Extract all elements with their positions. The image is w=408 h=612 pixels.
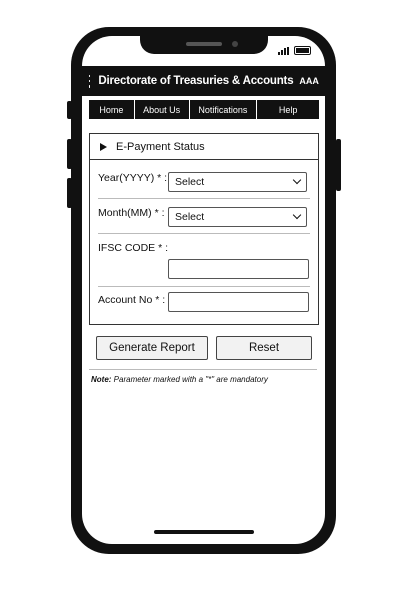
month-label: Month(MM) * : (98, 207, 165, 219)
status-bar (278, 46, 311, 55)
year-label: Year(YYYY) * : (98, 172, 168, 184)
reset-button[interactable]: Reset (216, 336, 312, 360)
nav-item-notifications[interactable]: Notifications (190, 100, 258, 119)
divider (89, 369, 317, 370)
nav-item-help[interactable]: Help (257, 100, 319, 119)
screen: Directorate of Treasuries & Accounts AAA… (82, 36, 325, 544)
e-payment-status-panel: E-Payment Status Year(YYYY) * : Select M… (89, 133, 319, 325)
row-divider (98, 286, 310, 287)
ifsc-row: IFSC CODE * : (98, 242, 310, 286)
row-divider (98, 233, 310, 234)
phone-volume-down (67, 178, 72, 208)
signal-icon (278, 46, 289, 55)
account-input[interactable] (168, 292, 309, 312)
app-header: Directorate of Treasuries & Accounts AAA (82, 66, 325, 96)
battery-icon (294, 46, 311, 55)
year-select[interactable]: Select (168, 172, 307, 192)
account-label: Account No * : (98, 294, 166, 306)
nav-item-home[interactable]: Home (89, 100, 135, 119)
nav-item-about-us[interactable]: About Us (135, 100, 190, 119)
expand-triangle-icon (100, 142, 107, 151)
note-prefix: Note: (91, 375, 112, 384)
speaker (186, 42, 222, 46)
mandatory-note: Note: Parameter marked with a "*" are ma… (91, 375, 268, 384)
user-icon[interactable] (324, 74, 325, 88)
generate-report-button[interactable]: Generate Report (96, 336, 208, 360)
phone-side-button (67, 101, 72, 119)
font-size-toggle[interactable]: AAA (299, 76, 319, 86)
note-text: Parameter marked with a "*" are mandator… (111, 375, 268, 384)
ifsc-label: IFSC CODE * : (98, 242, 169, 254)
account-row: Account No * : (98, 291, 310, 315)
panel-title: E-Payment Status (116, 140, 205, 153)
month-select[interactable]: Select (168, 207, 307, 227)
row-divider (98, 198, 310, 199)
ifsc-input[interactable] (168, 259, 309, 279)
nav-bar: Home About Us Notifications Help (89, 100, 319, 119)
month-select-value: Select (175, 211, 205, 223)
home-indicator (154, 530, 254, 534)
chevron-down-icon (292, 210, 302, 220)
app-title: Directorate of Treasuries & Accounts (98, 75, 294, 87)
notch (140, 36, 268, 54)
camera (232, 41, 238, 47)
year-row: Year(YYYY) * : Select (98, 171, 310, 195)
phone-volume-up (67, 139, 72, 169)
year-select-value: Select (175, 176, 205, 188)
month-row: Month(MM) * : Select (98, 206, 310, 230)
menu-icon[interactable] (89, 74, 91, 88)
panel-header[interactable]: E-Payment Status (90, 134, 318, 160)
chevron-down-icon (292, 175, 302, 185)
phone-power-button (336, 139, 341, 191)
